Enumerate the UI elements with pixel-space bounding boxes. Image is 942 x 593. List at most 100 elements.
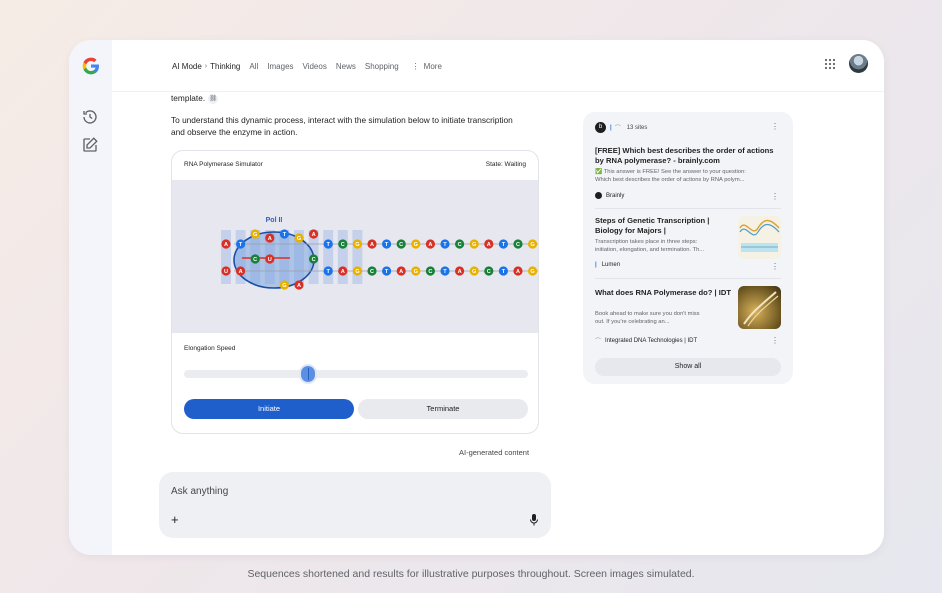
nucleotide-bottom: A <box>236 266 246 276</box>
svg-text:G: G <box>355 269 359 275</box>
svg-text:A: A <box>312 232 316 238</box>
nucleotide-bottom: G <box>528 266 538 276</box>
svg-text:C: C <box>253 257 257 263</box>
browser-window: AI Mode › Thinking All Images Videos New… <box>69 40 884 555</box>
nucleotide-bottom: T <box>440 266 450 276</box>
source-thumbnail-2[interactable] <box>738 216 781 259</box>
source-snippet-2a: Transcription takes place in three steps… <box>595 239 698 245</box>
svg-text:C: C <box>428 269 432 275</box>
svg-text:G: G <box>414 269 418 275</box>
source-site-name-3: Integrated DNA Technologies | IDT <box>605 337 698 344</box>
new-chat-icon[interactable] <box>81 136 99 154</box>
nucleotide-bottom: A <box>294 280 304 290</box>
nucleotide-bottom: G <box>469 266 479 276</box>
simulation-canvas[interactable]: Pol II A T G A T G A T C G A T C G A T C G A T C G A T U A C U G A C T A… <box>172 180 538 333</box>
nucleotide-bottom: G <box>279 280 289 290</box>
link-icon[interactable]: ⛓ <box>208 93 219 104</box>
nucleotide-bottom: G <box>352 266 362 276</box>
ask-input-box[interactable]: Ask anything + <box>159 472 551 538</box>
breadcrumb-separator: › <box>204 63 208 70</box>
lumen-logo-icon: | <box>610 124 612 131</box>
simulator-state: State: Waiting <box>485 161 526 168</box>
source-title-2[interactable]: Steps of Genetic Transcription | Biology… <box>595 216 733 235</box>
svg-text:C: C <box>341 242 345 248</box>
show-all-button[interactable]: Show all <box>595 358 781 376</box>
svg-text:U: U <box>224 269 228 275</box>
svg-text:G: G <box>282 283 286 289</box>
nucleotide-top: A <box>309 229 319 239</box>
plus-icon[interactable]: + <box>171 512 179 527</box>
breadcrumb-ai-mode[interactable]: AI Mode <box>172 62 202 71</box>
initiate-button[interactable]: Initiate <box>184 399 354 419</box>
nucleotide-top: T <box>236 239 246 249</box>
more-menu-icon[interactable]: ⋮ <box>412 62 420 71</box>
disclaimer-footer: Sequences shortened and results for illu… <box>247 568 695 580</box>
svg-text:T: T <box>385 242 389 248</box>
nucleotide-top: A <box>265 233 275 243</box>
top-bar: AI Mode › Thinking All Images Videos New… <box>112 40 884 92</box>
nucleotide-bottom: C <box>250 254 260 264</box>
source-menu-icon-3[interactable]: ⋮ <box>771 336 779 345</box>
search-nav: AI Mode › Thinking All Images Videos New… <box>172 62 442 71</box>
source-snippet-1a: ✅ This answer is FREE! See the answer to… <box>595 169 746 175</box>
tab-more[interactable]: More <box>424 62 442 71</box>
avatar[interactable] <box>849 54 868 73</box>
strand-unwound-column <box>323 230 334 284</box>
svg-text:G: G <box>414 242 418 248</box>
source-site-2[interactable]: | Lumen <box>595 262 620 268</box>
nucleotide-bottom: C <box>309 254 319 264</box>
svg-text:T: T <box>502 269 506 275</box>
source-title-3[interactable]: What does RNA Polymerase do? | IDT <box>595 288 733 298</box>
nucleotide-bottom: A <box>338 266 348 276</box>
svg-text:A: A <box>224 242 228 248</box>
nucleotide-top: G <box>528 239 538 249</box>
svg-text:A: A <box>239 269 243 275</box>
google-logo-icon[interactable] <box>81 56 101 76</box>
history-icon[interactable] <box>81 108 99 126</box>
terminate-button[interactable]: Terminate <box>358 399 528 419</box>
svg-text:T: T <box>502 242 506 248</box>
sources-header: b | ⌒ 13 sites <box>595 122 647 133</box>
nucleotide-top: G <box>250 229 260 239</box>
tab-news[interactable]: News <box>336 62 356 71</box>
source-title-1[interactable]: [FREE] Which best describes the order of… <box>595 146 781 165</box>
source-menu-icon-1[interactable]: ⋮ <box>771 192 779 201</box>
svg-text:A: A <box>399 269 403 275</box>
apps-grid-icon[interactable] <box>824 58 836 70</box>
nucleotide-top: A <box>484 239 494 249</box>
tab-videos[interactable]: Videos <box>303 62 327 71</box>
enzyme-label: Pol II <box>266 217 283 224</box>
svg-text:C: C <box>516 242 520 248</box>
speed-slider-thumb[interactable] <box>298 364 317 384</box>
source-snippet-3b: out. If you're celebrating an... <box>595 319 670 325</box>
answer-intro: To understand this dynamic process, inte… <box>171 115 513 137</box>
svg-text:A: A <box>268 236 272 242</box>
tab-images[interactable]: Images <box>267 62 293 71</box>
nucleotide-bottom: A <box>396 266 406 276</box>
svg-text:T: T <box>443 242 447 248</box>
svg-text:T: T <box>239 242 243 248</box>
sources-panel: b | ⌒ 13 sites ⋮ [FREE] Which best descr… <box>583 112 793 384</box>
ai-generated-note: AI-generated content <box>459 448 530 457</box>
microphone-icon[interactable] <box>529 514 539 526</box>
sources-menu-icon[interactable]: ⋮ <box>771 122 779 131</box>
svg-text:A: A <box>341 269 345 275</box>
idt-logo-icon: ⌒ <box>614 126 621 132</box>
tab-all[interactable]: All <box>249 62 258 71</box>
svg-text:T: T <box>326 269 330 275</box>
source-snippet-3a: Book ahead to make sure you don't miss <box>595 311 700 317</box>
speed-slider-track[interactable] <box>184 370 528 378</box>
source-snippet-2b: initiation, elongation, and termination.… <box>595 247 705 253</box>
svg-text:A: A <box>487 242 491 248</box>
sources-count[interactable]: 13 sites <box>627 125 648 131</box>
source-site-1[interactable]: Brainly <box>595 192 624 199</box>
nucleotide-top: G <box>294 233 304 243</box>
source-site-3[interactable]: ⌒ Integrated DNA Technologies | IDT <box>595 336 698 346</box>
source-menu-icon-2[interactable]: ⋮ <box>771 262 779 271</box>
tab-shopping[interactable]: Shopping <box>365 62 399 71</box>
ask-input[interactable]: Ask anything <box>171 486 228 497</box>
source-thumbnail-3[interactable] <box>738 286 781 329</box>
breadcrumb-thinking[interactable]: Thinking <box>210 62 240 71</box>
divider <box>595 208 781 209</box>
svg-text:C: C <box>370 269 374 275</box>
